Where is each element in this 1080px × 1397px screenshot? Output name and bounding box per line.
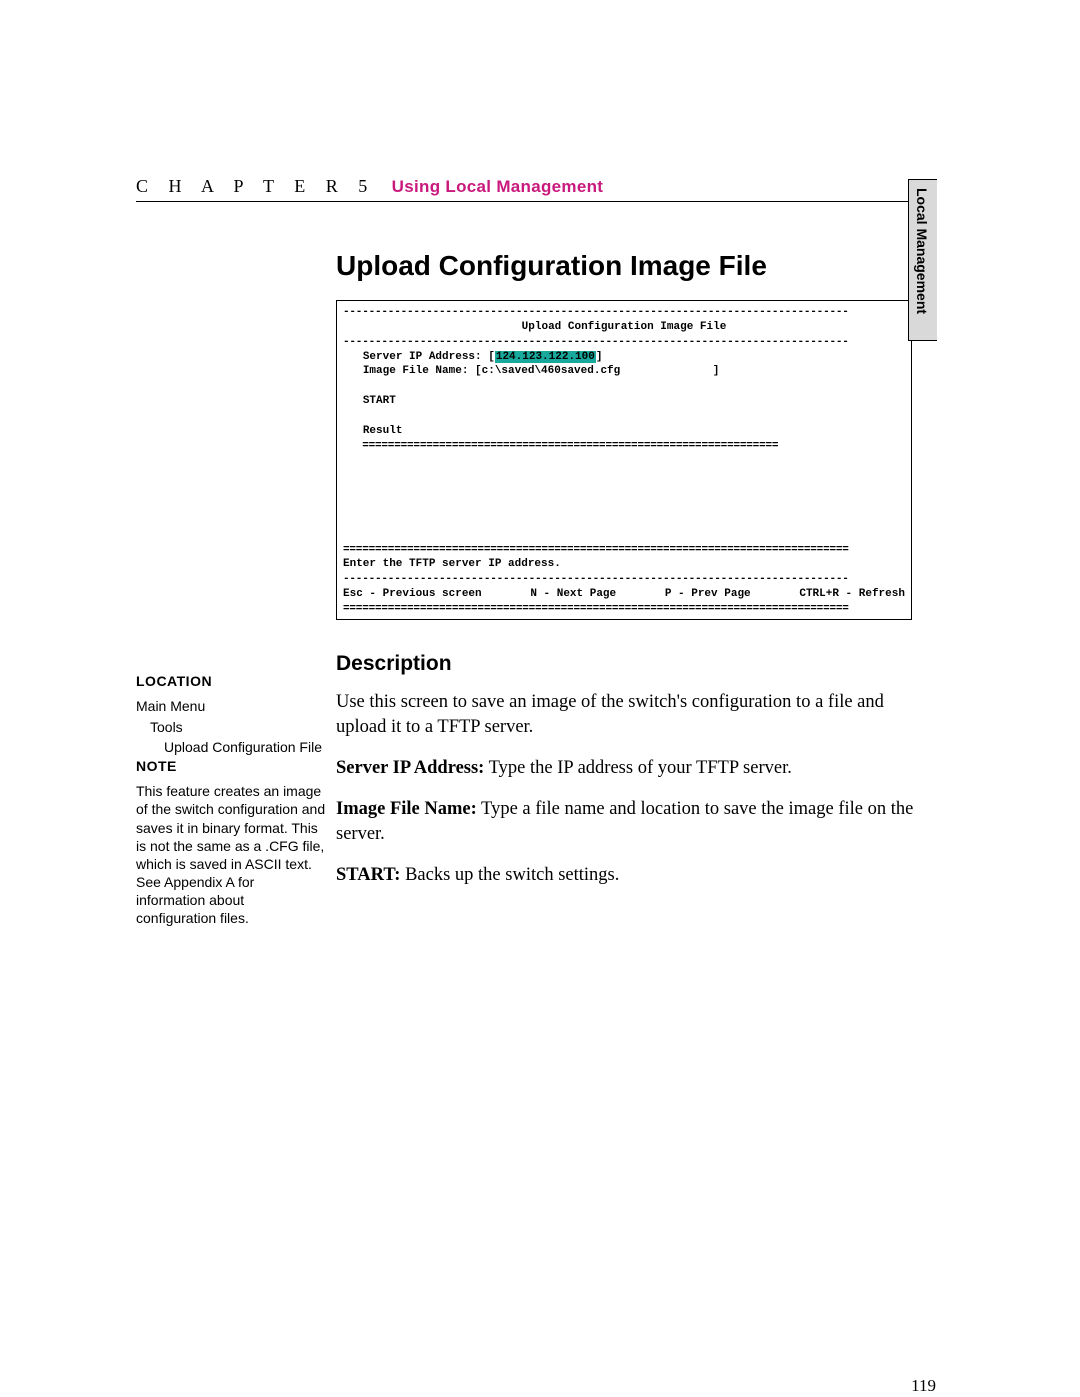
sidebar: LOCATION Main Menu Tools Upload Configur… bbox=[136, 650, 336, 928]
terminal-rule: ----------------------------------------… bbox=[343, 335, 905, 350]
page-number: 119 bbox=[136, 1376, 936, 1396]
terminal-rule: ----------------------------------------… bbox=[343, 305, 905, 320]
terminal-bracket: ] bbox=[596, 351, 603, 363]
terminal-blank bbox=[343, 468, 905, 483]
note-heading: NOTE bbox=[136, 757, 326, 776]
thumb-tab-label: Local Management bbox=[909, 180, 930, 314]
terminal-start: START bbox=[343, 394, 905, 409]
terminal-foot-esc: Esc - Previous screen bbox=[343, 587, 482, 602]
terminal-image-label: Image File Name: [c:\saved\460saved.cfg bbox=[363, 365, 620, 377]
terminal-footer: Esc - Previous screen N - Next Page P - … bbox=[343, 587, 905, 602]
description-paragraph: Use this screen to save an image of the … bbox=[336, 690, 936, 740]
terminal-rule: ----------------------------------------… bbox=[343, 572, 905, 587]
terminal-image-file-row: Image File Name: [c:\saved\460saved.cfg … bbox=[343, 364, 905, 379]
terminal-foot-next: N - Next Page bbox=[530, 587, 616, 602]
terminal-blank bbox=[343, 498, 905, 513]
terminal-blank bbox=[343, 483, 905, 498]
terminal-blank bbox=[343, 453, 905, 468]
description-heading: Description bbox=[336, 650, 936, 678]
terminal-rule: ========================================… bbox=[343, 602, 905, 617]
terminal-server-ip: 124.123.122.100 bbox=[495, 351, 596, 363]
terminal-server-label: Server IP Address: [ bbox=[363, 351, 495, 363]
terminal-result: Result bbox=[343, 424, 905, 439]
location-path-3: Upload Configuration File bbox=[164, 738, 326, 757]
location-path-1: Main Menu bbox=[136, 697, 326, 716]
terminal-blank bbox=[343, 513, 905, 528]
terminal-foot-prev: P - Prev Page bbox=[665, 587, 751, 602]
main-content: Description Use this screen to save an i… bbox=[336, 650, 936, 904]
terminal-blank bbox=[343, 528, 905, 543]
field-image-file: Image File Name: Type a file name and lo… bbox=[336, 797, 936, 847]
terminal-blank bbox=[343, 379, 905, 394]
terminal-title: Upload Configuration Image File bbox=[343, 320, 905, 335]
chapter-label: C H A P T E R 5 bbox=[136, 176, 375, 196]
location-heading: LOCATION bbox=[136, 672, 326, 691]
terminal-blank bbox=[343, 409, 905, 424]
terminal-server-ip-row: Server IP Address: [124.123.122.100] bbox=[343, 350, 905, 365]
section-title: Using Local Management bbox=[392, 177, 604, 196]
terminal-rule: ========================================… bbox=[343, 439, 905, 454]
terminal-screenshot: ----------------------------------------… bbox=[336, 300, 912, 620]
note-body: This feature creates an image of the swi… bbox=[136, 782, 326, 928]
terminal-bracket: ] bbox=[713, 365, 720, 377]
field-start: START: Backs up the switch settings. bbox=[336, 863, 936, 888]
field-server-ip: Server IP Address: Type the IP address o… bbox=[336, 756, 936, 781]
terminal-prompt: Enter the TFTP server IP address. bbox=[343, 557, 905, 572]
terminal-foot-refresh: CTRL+R - Refresh bbox=[799, 587, 905, 602]
page-title: Upload Configuration Image File bbox=[336, 250, 936, 282]
location-path-2: Tools bbox=[150, 718, 326, 737]
thumb-tab: Local Management bbox=[908, 179, 937, 341]
page-header: C H A P T E R 5 Using Local Management bbox=[136, 176, 936, 202]
terminal-rule: ========================================… bbox=[343, 543, 905, 558]
